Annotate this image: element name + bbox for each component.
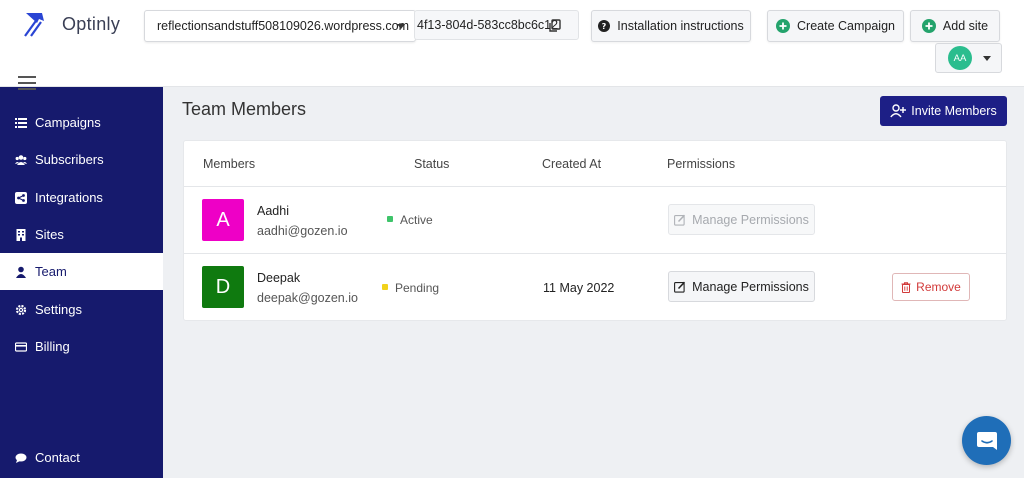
sidebar-item-subscribers[interactable]: Subscribers	[0, 141, 163, 178]
member-avatar: A	[202, 199, 244, 241]
users-icon	[15, 154, 27, 165]
member-name: Deepak	[257, 271, 301, 285]
status-indicator	[387, 216, 393, 222]
page-title: Team Members	[182, 99, 307, 119]
manage-permissions-label: Manage Permissions	[692, 279, 809, 294]
sidebar-item-billing[interactable]: Billing	[0, 328, 163, 365]
sidebar-item-label: Sites	[35, 227, 64, 242]
copy-icon[interactable]	[548, 19, 562, 33]
sidebar-item-label: Contact	[35, 450, 80, 465]
column-header-members: Members	[203, 157, 256, 171]
hamburger-menu-icon[interactable]	[18, 76, 36, 90]
sidebar-item-sites[interactable]: Sites	[0, 216, 163, 253]
sidebar-item-label: Team	[35, 264, 67, 279]
edit-icon	[674, 214, 686, 226]
manage-permissions-button[interactable]: Manage Permissions	[668, 204, 815, 235]
sidebar-item-integrations[interactable]: Integrations	[0, 179, 163, 216]
site-select-value: reflectionsandstuff508109026.wordpress.c…	[157, 19, 410, 33]
edit-icon	[674, 281, 686, 293]
plus-circle-icon	[921, 19, 936, 33]
column-header-permissions: Permissions	[667, 157, 736, 171]
row-divider	[184, 253, 1006, 254]
member-status: Active	[400, 213, 433, 227]
manage-permissions-label: Manage Permissions	[692, 212, 809, 227]
column-header-status: Status	[414, 157, 450, 171]
building-icon	[16, 228, 26, 241]
sidebar-item-contact[interactable]: Contact	[0, 439, 163, 476]
invite-members-button[interactable]: Invite Members	[880, 96, 1007, 126]
installation-instructions-label: Installation instructions	[617, 19, 744, 33]
sidebar-item-label: Settings	[35, 302, 82, 317]
credit-card-icon	[15, 341, 27, 352]
sidebar-item-label: Integrations	[35, 190, 103, 205]
site-id-value: 4f13-804d-583cc8bc6c12	[417, 18, 559, 32]
chevron-down-icon	[983, 56, 991, 61]
create-campaign-label: Create Campaign	[797, 19, 895, 33]
user-plus-icon	[890, 104, 907, 118]
list-icon	[15, 117, 27, 128]
share-icon	[15, 191, 27, 204]
sidebar-item-label: Billing	[35, 339, 70, 354]
site-select[interactable]: reflectionsandstuff508109026.wordpress.c…	[144, 10, 416, 42]
chevron-down-icon	[397, 24, 405, 29]
column-header-created-at: Created At	[542, 157, 602, 171]
member-status: Pending	[395, 281, 440, 295]
sidebar-item-team[interactable]: Team	[0, 253, 163, 290]
team-members-table: Members Status Created At Permissions A …	[183, 140, 1007, 321]
trash-icon	[901, 281, 911, 293]
plus-circle-icon	[776, 19, 791, 33]
remove-member-button[interactable]: Remove	[892, 273, 970, 301]
gear-icon	[15, 304, 27, 315]
invite-members-label: Invite Members	[911, 104, 997, 118]
optinly-logo-icon	[24, 13, 44, 37]
sidebar: Campaigns Subscribers Integrations Sites…	[0, 87, 163, 478]
member-avatar: D	[202, 266, 244, 308]
member-name: Aadhi	[257, 204, 289, 218]
user-menu-button[interactable]: AA	[935, 43, 1002, 73]
sidebar-item-campaigns[interactable]: Campaigns	[0, 104, 163, 141]
row-divider	[184, 186, 1006, 187]
site-id-field[interactable]: 4f13-804d-583cc8bc6c12	[414, 10, 579, 40]
member-email: deepak@gozen.io	[257, 291, 358, 305]
chat-widget-button[interactable]	[962, 416, 1011, 465]
question-circle-icon: ?	[598, 20, 611, 32]
brand-logo[interactable]: Optinly	[22, 10, 120, 38]
add-site-button[interactable]: Add site	[910, 10, 1000, 42]
user-icon	[16, 266, 26, 278]
sidebar-item-label: Subscribers	[35, 152, 104, 167]
member-email: aadhi@gozen.io	[257, 224, 348, 238]
svg-text:?: ?	[602, 22, 607, 31]
sidebar-item-label: Campaigns	[35, 115, 101, 130]
chat-icon	[976, 431, 997, 450]
chat-icon	[15, 453, 27, 463]
remove-label: Remove	[916, 280, 961, 294]
brand-name: Optinly	[62, 13, 121, 34]
manage-permissions-button[interactable]: Manage Permissions	[668, 271, 815, 302]
member-created-at: 11 May 2022	[543, 281, 615, 295]
create-campaign-button[interactable]: Create Campaign	[767, 10, 904, 42]
avatar: AA	[948, 46, 972, 70]
sidebar-item-settings[interactable]: Settings	[0, 291, 163, 328]
installation-instructions-button[interactable]: ? Installation instructions	[591, 10, 751, 42]
status-indicator	[382, 284, 388, 290]
top-header: Optinly reflectionsandstuff508109026.wor…	[0, 0, 1024, 87]
add-site-label: Add site	[942, 19, 989, 33]
